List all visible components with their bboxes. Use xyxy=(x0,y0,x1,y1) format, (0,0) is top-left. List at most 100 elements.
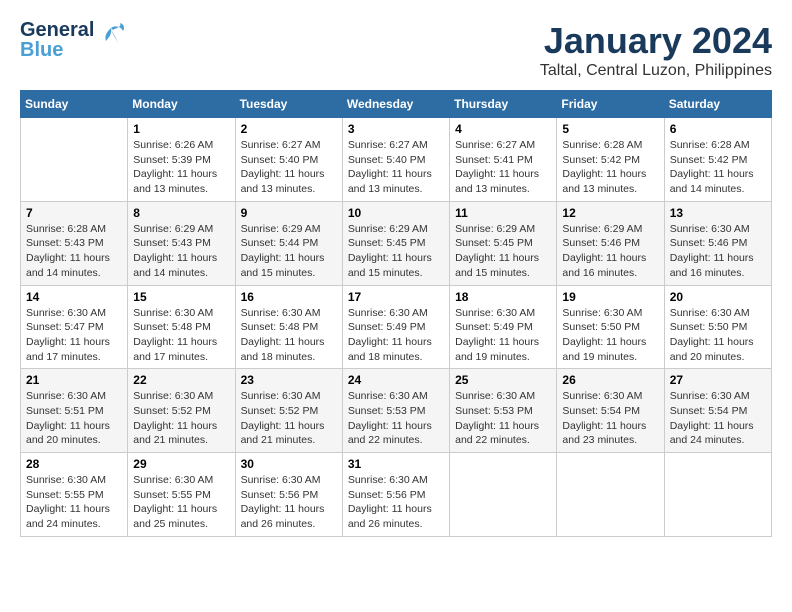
day-number: 10 xyxy=(348,206,444,220)
day-cell: 12 Sunrise: 6:29 AM Sunset: 5:46 PM Dayli… xyxy=(557,201,664,285)
day-info: Sunrise: 6:30 AM Sunset: 5:50 PM Dayligh… xyxy=(670,306,766,365)
day-cell: 7 Sunrise: 6:28 AM Sunset: 5:43 PM Daylig… xyxy=(21,201,128,285)
day-number: 31 xyxy=(348,457,444,471)
day-cell xyxy=(557,453,664,537)
day-info: Sunrise: 6:29 AM Sunset: 5:46 PM Dayligh… xyxy=(562,222,658,281)
calendar-header: SundayMondayTuesdayWednesdayThursdayFrid… xyxy=(21,91,772,118)
day-info: Sunrise: 6:30 AM Sunset: 5:56 PM Dayligh… xyxy=(241,473,337,532)
day-number: 14 xyxy=(26,290,122,304)
day-info: Sunrise: 6:29 AM Sunset: 5:43 PM Dayligh… xyxy=(133,222,229,281)
day-info: Sunrise: 6:28 AM Sunset: 5:42 PM Dayligh… xyxy=(670,138,766,197)
day-number: 16 xyxy=(241,290,337,304)
day-cell xyxy=(21,118,128,202)
header-thursday: Thursday xyxy=(450,91,557,118)
day-cell: 28Sunrise: 6:30 AM Sunset: 5:55 PM Dayli… xyxy=(21,453,128,537)
day-number: 24 xyxy=(348,373,444,387)
day-number: 7 xyxy=(26,206,122,220)
day-cell: 30 Sunrise: 6:30 AM Sunset: 5:56 PM Dayli… xyxy=(235,453,342,537)
day-number: 22 xyxy=(133,373,229,387)
day-number: 26 xyxy=(562,373,658,387)
day-cell: 29 Sunrise: 6:30 AM Sunset: 5:55 PM Dayli… xyxy=(128,453,235,537)
week-row-3: 14Sunrise: 6:30 AM Sunset: 5:47 PM Dayli… xyxy=(21,285,772,369)
logo-blue: Blue xyxy=(20,40,63,60)
day-info: Sunrise: 6:30 AM Sunset: 5:49 PM Dayligh… xyxy=(348,306,444,365)
month-title: January 2024 xyxy=(540,20,772,62)
day-number: 19 xyxy=(562,290,658,304)
day-cell: 6 Sunrise: 6:28 AM Sunset: 5:42 PM Daylig… xyxy=(664,118,771,202)
day-number: 18 xyxy=(455,290,551,304)
header-row: SundayMondayTuesdayWednesdayThursdayFrid… xyxy=(21,91,772,118)
day-info: Sunrise: 6:30 AM Sunset: 5:52 PM Dayligh… xyxy=(241,389,337,448)
day-info: Sunrise: 6:28 AM Sunset: 5:42 PM Dayligh… xyxy=(562,138,658,197)
day-cell: 2Sunrise: 6:27 AM Sunset: 5:40 PM Daylig… xyxy=(235,118,342,202)
day-info: Sunrise: 6:30 AM Sunset: 5:54 PM Dayligh… xyxy=(670,389,766,448)
day-cell: 10 Sunrise: 6:29 AM Sunset: 5:45 PM Dayli… xyxy=(342,201,449,285)
day-info: Sunrise: 6:30 AM Sunset: 5:50 PM Dayligh… xyxy=(562,306,658,365)
day-number: 25 xyxy=(455,373,551,387)
day-number: 2 xyxy=(241,122,337,136)
week-row-2: 7 Sunrise: 6:28 AM Sunset: 5:43 PM Daylig… xyxy=(21,201,772,285)
day-cell: 13Sunrise: 6:30 AM Sunset: 5:46 PM Dayli… xyxy=(664,201,771,285)
day-cell: 20 Sunrise: 6:30 AM Sunset: 5:50 PM Dayli… xyxy=(664,285,771,369)
day-number: 6 xyxy=(670,122,766,136)
day-number: 3 xyxy=(348,122,444,136)
day-info: Sunrise: 6:27 AM Sunset: 5:40 PM Dayligh… xyxy=(348,138,444,197)
day-info: Sunrise: 6:30 AM Sunset: 5:55 PM Dayligh… xyxy=(26,473,122,532)
day-number: 23 xyxy=(241,373,337,387)
day-info: Sunrise: 6:28 AM Sunset: 5:43 PM Dayligh… xyxy=(26,222,122,281)
day-info: Sunrise: 6:26 AM Sunset: 5:39 PM Dayligh… xyxy=(133,138,229,197)
title-block: January 2024 Taltal, Central Luzon, Phil… xyxy=(540,20,772,80)
day-number: 8 xyxy=(133,206,229,220)
day-number: 4 xyxy=(455,122,551,136)
day-number: 9 xyxy=(241,206,337,220)
location-subtitle: Taltal, Central Luzon, Philippines xyxy=(540,62,772,80)
header-monday: Monday xyxy=(128,91,235,118)
day-cell: 27 Sunrise: 6:30 AM Sunset: 5:54 PM Dayli… xyxy=(664,369,771,453)
day-number: 1 xyxy=(133,122,229,136)
day-info: Sunrise: 6:30 AM Sunset: 5:49 PM Dayligh… xyxy=(455,306,551,365)
week-row-5: 28Sunrise: 6:30 AM Sunset: 5:55 PM Dayli… xyxy=(21,453,772,537)
day-cell: 9Sunrise: 6:29 AM Sunset: 5:44 PM Daylig… xyxy=(235,201,342,285)
day-cell: 26 Sunrise: 6:30 AM Sunset: 5:54 PM Dayli… xyxy=(557,369,664,453)
day-info: Sunrise: 6:30 AM Sunset: 5:48 PM Dayligh… xyxy=(133,306,229,365)
logo: General Blue xyxy=(20,20,126,60)
page-header: General Blue January 2024 Taltal, Centra… xyxy=(20,20,772,80)
day-info: Sunrise: 6:30 AM Sunset: 5:46 PM Dayligh… xyxy=(670,222,766,281)
day-number: 20 xyxy=(670,290,766,304)
day-cell: 3 Sunrise: 6:27 AM Sunset: 5:40 PM Daylig… xyxy=(342,118,449,202)
day-number: 21 xyxy=(26,373,122,387)
calendar-table: SundayMondayTuesdayWednesdayThursdayFrid… xyxy=(20,90,772,537)
day-number: 29 xyxy=(133,457,229,471)
day-info: Sunrise: 6:30 AM Sunset: 5:53 PM Dayligh… xyxy=(348,389,444,448)
day-info: Sunrise: 6:30 AM Sunset: 5:52 PM Dayligh… xyxy=(133,389,229,448)
day-info: Sunrise: 6:27 AM Sunset: 5:41 PM Dayligh… xyxy=(455,138,551,197)
day-info: Sunrise: 6:29 AM Sunset: 5:45 PM Dayligh… xyxy=(348,222,444,281)
day-cell xyxy=(664,453,771,537)
calendar-body: 1 Sunrise: 6:26 AM Sunset: 5:39 PM Daylig… xyxy=(21,118,772,537)
day-info: Sunrise: 6:29 AM Sunset: 5:45 PM Dayligh… xyxy=(455,222,551,281)
day-cell: 22 Sunrise: 6:30 AM Sunset: 5:52 PM Dayli… xyxy=(128,369,235,453)
day-cell: 14Sunrise: 6:30 AM Sunset: 5:47 PM Dayli… xyxy=(21,285,128,369)
week-row-4: 21Sunrise: 6:30 AM Sunset: 5:51 PM Dayli… xyxy=(21,369,772,453)
header-friday: Friday xyxy=(557,91,664,118)
day-cell: 21Sunrise: 6:30 AM Sunset: 5:51 PM Dayli… xyxy=(21,369,128,453)
day-cell xyxy=(450,453,557,537)
day-cell: 23 Sunrise: 6:30 AM Sunset: 5:52 PM Dayli… xyxy=(235,369,342,453)
day-cell: 15Sunrise: 6:30 AM Sunset: 5:48 PM Dayli… xyxy=(128,285,235,369)
day-cell: 16Sunrise: 6:30 AM Sunset: 5:48 PM Dayli… xyxy=(235,285,342,369)
day-cell: 25Sunrise: 6:30 AM Sunset: 5:53 PM Dayli… xyxy=(450,369,557,453)
header-saturday: Saturday xyxy=(664,91,771,118)
day-number: 11 xyxy=(455,206,551,220)
header-wednesday: Wednesday xyxy=(342,91,449,118)
day-number: 27 xyxy=(670,373,766,387)
day-cell: 17Sunrise: 6:30 AM Sunset: 5:49 PM Dayli… xyxy=(342,285,449,369)
day-cell: 4 Sunrise: 6:27 AM Sunset: 5:41 PM Daylig… xyxy=(450,118,557,202)
day-number: 30 xyxy=(241,457,337,471)
day-cell: 31 Sunrise: 6:30 AM Sunset: 5:56 PM Dayli… xyxy=(342,453,449,537)
day-cell: 18 Sunrise: 6:30 AM Sunset: 5:49 PM Dayli… xyxy=(450,285,557,369)
day-info: Sunrise: 6:30 AM Sunset: 5:54 PM Dayligh… xyxy=(562,389,658,448)
day-info: Sunrise: 6:30 AM Sunset: 5:55 PM Dayligh… xyxy=(133,473,229,532)
day-number: 12 xyxy=(562,206,658,220)
logo-general: General xyxy=(20,20,94,40)
day-info: Sunrise: 6:30 AM Sunset: 5:56 PM Dayligh… xyxy=(348,473,444,532)
